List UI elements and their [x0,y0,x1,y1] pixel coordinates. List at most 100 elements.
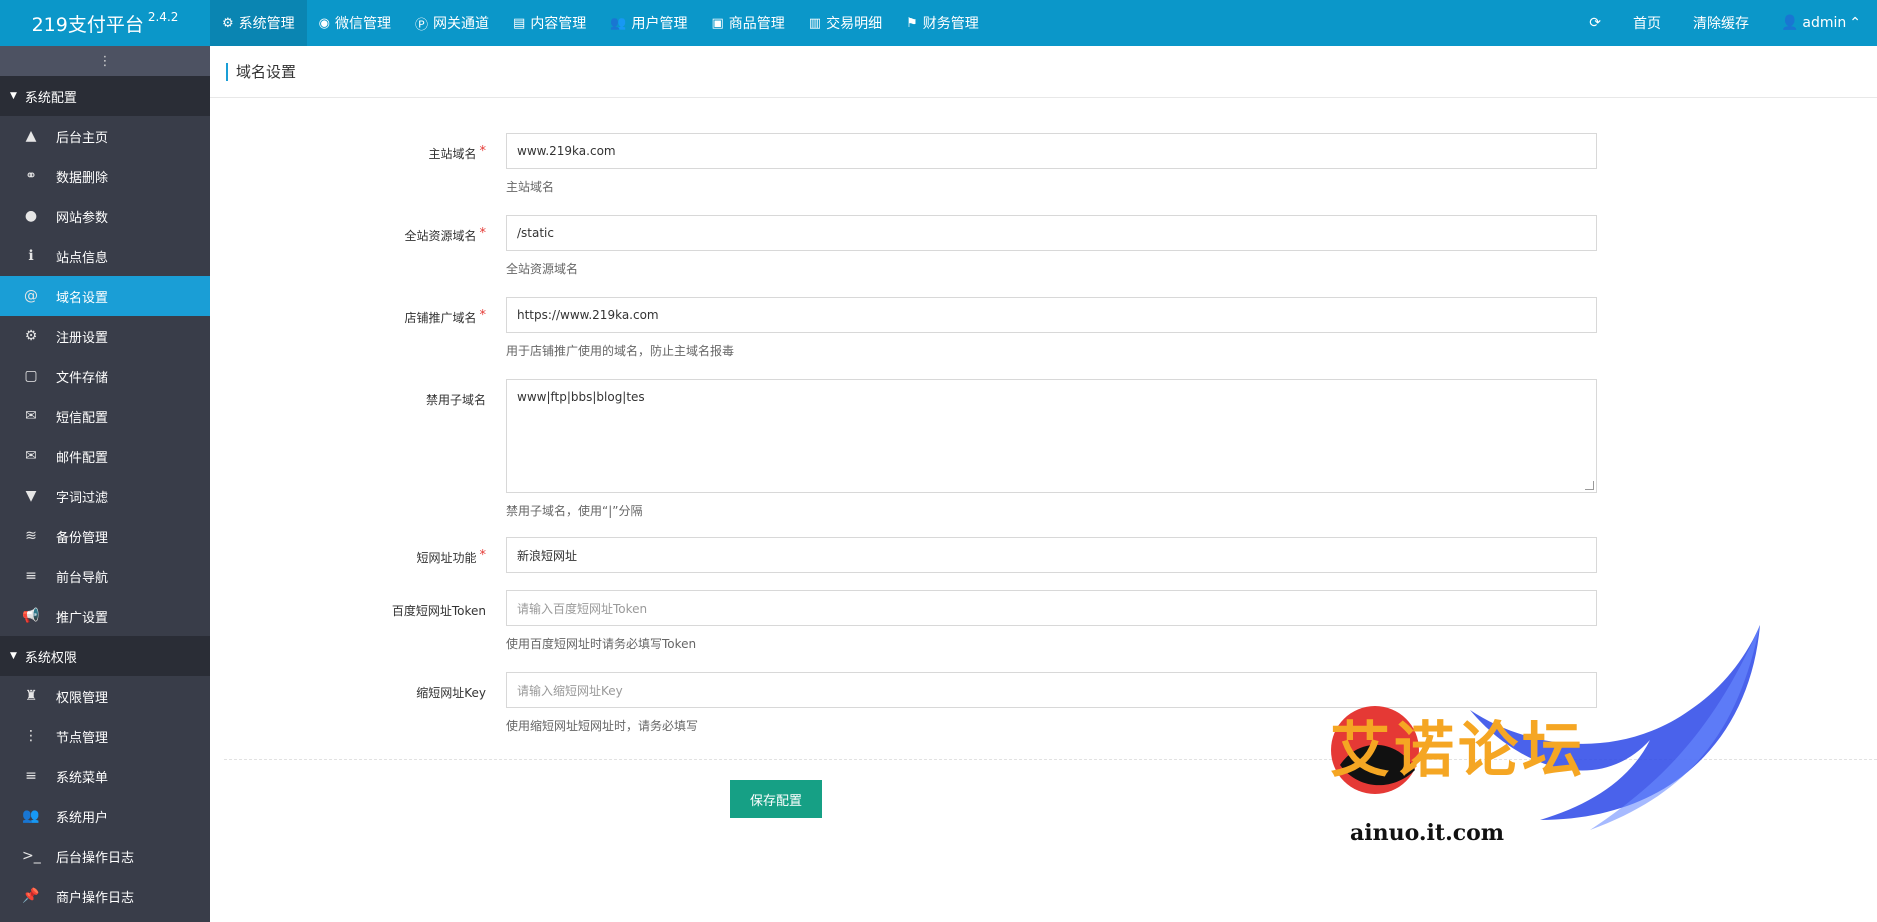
home-link[interactable]: 首页 [1617,0,1677,46]
top-menu: ⚙ 系统管理 ◉ 微信管理 Ⓟ 网关通道 ▤ 内容管理 👥 用户管理 ▣ 商品管理 ▥ 交易明… [210,0,991,46]
static-domain-input[interactable]: /static [506,215,1597,251]
topnav-label: 财务管理 [922,16,979,32]
banned-subdomains-textarea[interactable]: www|ftp|bbs|blog|tes [506,379,1597,493]
topnav-label: 交易明细 [826,16,883,32]
envelope-icon: ✉ [25,408,37,424]
file-icon: ▤ [513,15,526,31]
sidebar-item-dashboard[interactable]: ▲ 后台主页 [0,116,210,156]
watermark: 艾诺论坛 ainuo.it.com [1290,620,1770,860]
caret-down-icon: ▼ [10,91,17,101]
sidebar-item-label: 文件存储 [56,370,109,386]
pin-icon: 📌 [22,888,40,904]
sidebar-item-email[interactable]: ✉ 邮件配置 [0,436,210,476]
topnav-label: 微信管理 [335,16,391,32]
main-domain-input[interactable]: www.219ka.com [506,133,1597,169]
topnav-users[interactable]: 👥 用户管理 [598,0,699,46]
sidebar-item-site-info[interactable]: ℹ 站点信息 [0,236,210,276]
users-icon: 👥 [610,15,627,31]
sidebar-item-promotion[interactable]: 📢 推广设置 [0,596,210,636]
required-mark: * [479,144,487,159]
sidebar-group-permissions[interactable]: ▼ 系统权限 [0,636,210,676]
sidebar-item-nodes[interactable]: ⋮ 节点管理 [0,716,210,756]
field-help: 用于店铺推广使用的域名，防止主域名报毒 [506,344,735,358]
short-url-select[interactable]: 新浪短网址 [506,537,1597,573]
sidebar-item-storage[interactable]: ▢ 文件存储 [0,356,210,396]
caret-down-icon: ▼ [10,651,17,661]
field-help: 使用缩短网址短网址时，请务必填写 [506,719,699,733]
field-label: 禁用子域名 [425,393,486,407]
field-label: 主站域名 * [210,144,487,162]
sidebar-item-sys-users[interactable]: 👥 系统用户 [0,796,210,836]
page-title: 域名设置 [226,62,296,81]
bar-chart-icon: ▥ [808,15,822,31]
sidebar-item-label: 网站参数 [56,210,109,226]
sidebar-item-front-nav[interactable]: ≡ 前台导航 [0,556,210,596]
sidebar-toggle[interactable]: ⋮ [0,46,210,76]
sidebar-group-system-config[interactable]: ▼ 系统配置 [0,76,210,116]
topnav-system[interactable]: ⚙ 系统管理 [210,0,307,46]
sidebar-item-register[interactable]: ⚙ 注册设置 [0,316,210,356]
area-chart-icon: ▲ [25,128,37,144]
terminal-icon: >_ [22,848,41,864]
topnav-content[interactable]: ▤ 内容管理 [501,0,598,46]
refresh-button[interactable]: ⟳ [1573,0,1617,46]
sidebar-item-admin-log[interactable]: >_ 后台操作日志 [0,836,210,876]
paypal-icon: Ⓟ [415,17,429,33]
sidebar-item-backup[interactable]: ≋ 备份管理 [0,516,210,556]
sidebar-item-menu[interactable]: ≡ 系统菜单 [0,756,210,796]
sidebar-item-site-params[interactable]: ● 网站参数 [0,196,210,236]
page-header: 域名设置 [210,46,1877,98]
user-icon: 👤 [1780,15,1799,31]
field-help: 全站资源域名 [506,262,579,276]
link-icon: ⚭ [25,168,37,184]
sidebar-item-permission[interactable]: ♜ 权限管理 [0,676,210,716]
topnav-trades[interactable]: ▥ 交易明细 [797,0,894,46]
brand-name: 219支付平台 [31,13,144,36]
topnav-wechat[interactable]: ◉ 微信管理 [307,0,403,46]
save-button[interactable]: 保存配置 [730,780,822,818]
filter-icon: ▼ [25,488,37,504]
sidebar-item-label: 后台主页 [56,130,109,146]
topnav-finance[interactable]: ⚑ 财务管理 [894,0,991,46]
refresh-icon: ⟳ [1589,15,1601,31]
field-label-text: 全站资源域名 [404,229,477,243]
brand-logo[interactable]: 219支付平台 2.4.2 [0,0,210,46]
field-label: 百度短网址Token [391,604,486,618]
sidebar-item-merchant-log[interactable]: 📌 商户操作日志 [0,876,210,916]
sidebar-item-sms[interactable]: ✉ 短信配置 [0,396,210,436]
save-icon: ▢ [24,368,38,384]
list-icon: ≡ [25,768,37,784]
field-label: 店铺推广域名 * [210,308,486,326]
megaphone-icon: ⚑ [906,15,918,31]
required-mark: * [479,548,487,563]
clear-cache-link[interactable]: 清除缓存 [1677,0,1765,46]
sidebar-item-label: 字词过滤 [56,490,109,506]
topnav-label: 用户管理 [631,16,688,32]
sidebar-item-word-filter[interactable]: ▼ 字词过滤 [0,476,210,516]
sidebar-item-label: 站点信息 [56,250,109,266]
envelope-icon: ✉ [25,448,37,464]
shop-domain-input[interactable]: https://www.219ka.com [506,297,1597,333]
field-label: 短网址功能 * [210,548,487,566]
sidebar-item-label: 域名设置 [56,290,109,306]
sidebar-item-label: 系统用户 [56,810,109,826]
sidebar-item-label: 邮件配置 [56,450,109,466]
sidebar-item-label: 系统菜单 [56,770,109,786]
sidebar-group-label: 系统权限 [24,650,77,666]
info-icon: ℹ [28,248,34,264]
sidebar-item-domain[interactable]: @ 域名设置 [0,276,210,316]
watermark-text: 艾诺论坛 [1330,716,1586,786]
list-icon: ≡ [25,568,37,584]
wechat-icon: ◉ [318,15,330,31]
topnav-label: 系统管理 [238,16,295,32]
user-menu[interactable]: 👤 admin ⌃ [1765,0,1877,46]
topnav-goods[interactable]: ▣ 商品管理 [700,0,797,46]
sidebar-item-data-delete[interactable]: ⚭ 数据删除 [0,156,210,196]
sidebar: ⋮ ▼ 系统配置 ▲ 后台主页 ⚭ 数据删除 ● 网站参数 ℹ 站点信息 @ 域名设置 ⚙ 注… [0,46,210,922]
field-label-text: 店铺推广域名 [404,311,477,325]
field-help: 使用百度短网址时请务必填写Token [506,637,697,651]
resize-handle[interactable] [1585,481,1594,490]
topnav-gateway[interactable]: Ⓟ 网关通道 [403,0,501,46]
apple-icon: ● [24,208,38,224]
field-label: 全站资源域名 * [210,226,486,244]
